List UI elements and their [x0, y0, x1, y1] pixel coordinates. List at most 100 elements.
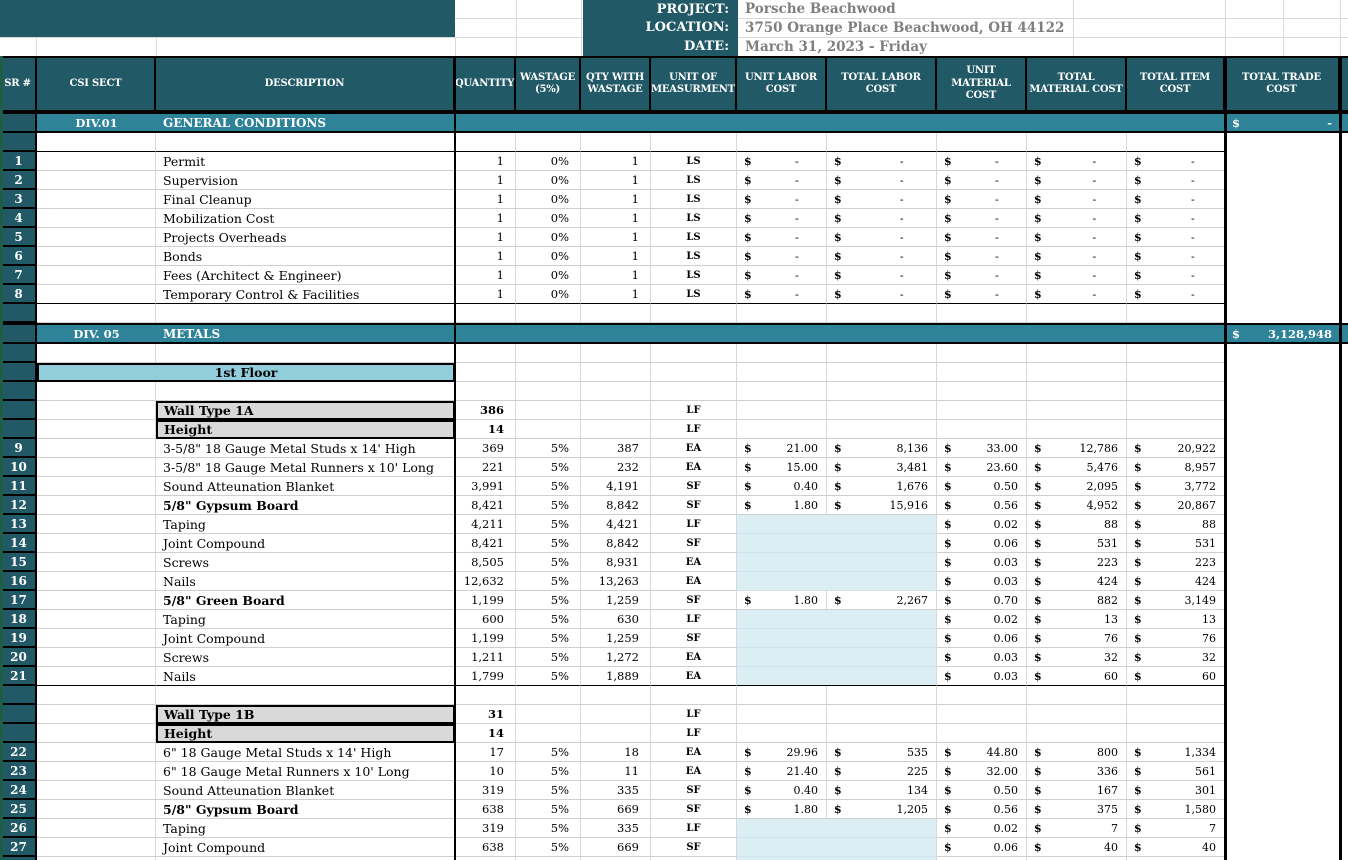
- tmc-cell[interactable]: $375: [1027, 800, 1127, 819]
- csi-cell[interactable]: [37, 228, 156, 247]
- qty-wastage-cell[interactable]: 13,263: [581, 572, 651, 591]
- umc-cell[interactable]: $0.06: [937, 838, 1027, 857]
- ulc-cell[interactable]: $-: [737, 247, 827, 266]
- empty-cell[interactable]: [1127, 304, 1225, 323]
- sr-cell[interactable]: 2: [0, 171, 37, 190]
- trade-cell[interactable]: [1225, 209, 1340, 228]
- tlc-cell[interactable]: $-: [827, 285, 937, 304]
- description-cell[interactable]: 5/8" Gypsum Board: [156, 800, 455, 819]
- empty-cell[interactable]: [651, 382, 737, 401]
- trade-cell[interactable]: [1225, 819, 1340, 838]
- umc-cell[interactable]: $0.56: [937, 496, 1027, 515]
- col-header-unit-material-cost[interactable]: UNIT MATERIAL COST: [937, 58, 1027, 110]
- ulc-cell[interactable]: $29.96: [737, 743, 827, 762]
- sr-cell[interactable]: [0, 323, 37, 342]
- trade-cell[interactable]: [1225, 705, 1340, 724]
- quantity-cell[interactable]: 3,991: [455, 477, 516, 496]
- tic-cell[interactable]: $20,867: [1127, 496, 1225, 515]
- csi-cell[interactable]: [37, 572, 156, 591]
- wastage-cell[interactable]: 5%: [516, 477, 581, 496]
- col-header-csi-sect[interactable]: CSI SECT: [37, 58, 156, 110]
- qty-wastage-cell[interactable]: 1: [581, 228, 651, 247]
- trade-cell[interactable]: [1225, 477, 1340, 496]
- tic-cell[interactable]: $32: [1127, 648, 1225, 667]
- quantity-cell[interactable]: 386: [455, 401, 516, 420]
- empty-cell[interactable]: [827, 344, 937, 363]
- empty-cell[interactable]: [937, 344, 1027, 363]
- trade-cell[interactable]: [1225, 629, 1340, 648]
- empty-cell[interactable]: [516, 382, 581, 401]
- empty-cell[interactable]: [827, 705, 937, 724]
- wastage-cell[interactable]: 5%: [516, 591, 581, 610]
- wastage-cell[interactable]: 5%: [516, 534, 581, 553]
- umc-cell[interactable]: $-: [937, 171, 1027, 190]
- uom-cell[interactable]: LF: [651, 401, 737, 420]
- qty-wastage-cell[interactable]: 18: [581, 743, 651, 762]
- empty-cell[interactable]: [455, 686, 516, 705]
- qty-wastage-cell[interactable]: 1: [581, 171, 651, 190]
- uom-cell[interactable]: SF: [651, 838, 737, 857]
- quantity-cell[interactable]: 12,632: [455, 572, 516, 591]
- qty-wastage-cell[interactable]: 1,889: [581, 667, 651, 686]
- empty-cell[interactable]: [651, 686, 737, 705]
- empty-cell[interactable]: [827, 363, 937, 382]
- wastage-cell[interactable]: 0%: [516, 152, 581, 171]
- tic-cell[interactable]: $1,580: [1127, 800, 1225, 819]
- trade-cell[interactable]: [1225, 304, 1340, 323]
- tic-cell[interactable]: $-: [1127, 228, 1225, 247]
- wastage-cell[interactable]: 5%: [516, 781, 581, 800]
- trade-cell[interactable]: [1225, 800, 1340, 819]
- quantity-cell[interactable]: 600: [455, 610, 516, 629]
- csi-cell[interactable]: [37, 591, 156, 610]
- tmc-cell[interactable]: $32: [1027, 648, 1127, 667]
- wastage-cell[interactable]: 5%: [516, 553, 581, 572]
- tic-cell[interactable]: $301: [1127, 781, 1225, 800]
- sr-cell[interactable]: 20: [0, 648, 37, 667]
- uom-cell[interactable]: LS: [651, 209, 737, 228]
- tmc-cell[interactable]: $223: [1027, 553, 1127, 572]
- col-header-total-material-cost[interactable]: TOTAL MATERIAL COST: [1027, 58, 1127, 110]
- quantity-cell[interactable]: 638: [455, 838, 516, 857]
- tlc-cell[interactable]: $-: [827, 152, 937, 171]
- empty-cell[interactable]: [455, 133, 516, 152]
- uom-cell[interactable]: LS: [651, 266, 737, 285]
- wall-type-label[interactable]: Wall Type 1A: [156, 401, 455, 420]
- qty-wastage-cell[interactable]: 1,259: [581, 629, 651, 648]
- division-code[interactable]: DIV.01: [37, 112, 156, 131]
- csi-cell[interactable]: [37, 171, 156, 190]
- empty-cell[interactable]: [1027, 686, 1127, 705]
- wall-type-label[interactable]: Wall Type 1B: [156, 705, 455, 724]
- csi-cell[interactable]: [37, 553, 156, 572]
- quantity-cell[interactable]: 1,199: [455, 591, 516, 610]
- description-cell[interactable]: 5/8" Green Board: [156, 591, 455, 610]
- sr-cell[interactable]: [0, 705, 37, 724]
- empty-cell[interactable]: [651, 344, 737, 363]
- wastage-cell[interactable]: 0%: [516, 171, 581, 190]
- quantity-cell[interactable]: 8,505: [455, 553, 516, 572]
- tic-cell[interactable]: $531: [1127, 534, 1225, 553]
- empty-cell[interactable]: [1127, 420, 1225, 439]
- sr-cell[interactable]: 17: [0, 591, 37, 610]
- wastage-cell[interactable]: 5%: [516, 762, 581, 781]
- date-label-cell[interactable]: DATE:: [583, 37, 738, 56]
- sr-cell[interactable]: [0, 382, 37, 401]
- tmc-cell[interactable]: $336: [1027, 762, 1127, 781]
- sr-cell[interactable]: 4: [0, 209, 37, 228]
- qty-wastage-cell[interactable]: 8,842: [581, 534, 651, 553]
- empty-cell[interactable]: [1027, 344, 1127, 363]
- tmc-cell[interactable]: $13: [1027, 610, 1127, 629]
- ulc-cell[interactable]: $0.40: [737, 781, 827, 800]
- trade-total-cell[interactable]: $-: [1225, 112, 1340, 131]
- wastage-cell[interactable]: [516, 724, 581, 743]
- tmc-cell[interactable]: $5,476: [1027, 458, 1127, 477]
- trade-cell[interactable]: [1225, 171, 1340, 190]
- empty-cell[interactable]: [1127, 133, 1225, 152]
- wastage-cell[interactable]: 5%: [516, 572, 581, 591]
- trade-cell[interactable]: [1225, 420, 1340, 439]
- description-cell[interactable]: 5/8" Gypsum Board: [156, 496, 455, 515]
- empty-cell[interactable]: [1027, 133, 1127, 152]
- empty-cell[interactable]: [156, 686, 455, 705]
- uom-cell[interactable]: SF: [651, 800, 737, 819]
- col-header-quantity[interactable]: QUANTITY: [455, 58, 516, 110]
- quantity-cell[interactable]: 319: [455, 781, 516, 800]
